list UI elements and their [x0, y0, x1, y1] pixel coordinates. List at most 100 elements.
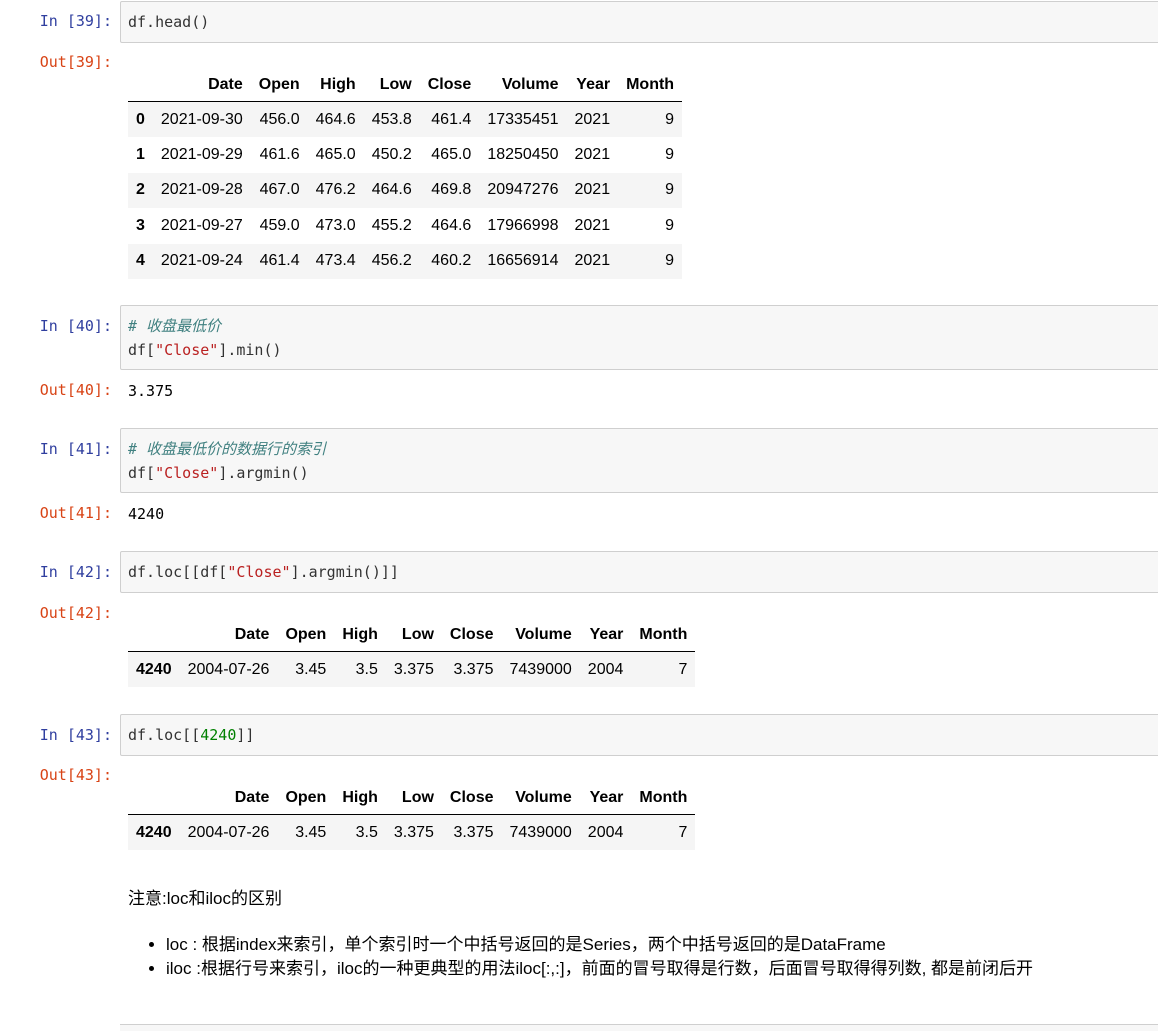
- table-cell: 2021: [574, 145, 611, 163]
- code-number: 4240: [200, 726, 237, 744]
- row-index: 4240: [136, 823, 172, 841]
- code-cell-41[interactable]: # 收盘最低价的数据行的索引 df["Close"].argmin(): [120, 428, 1158, 493]
- table-cell: 464.6: [431, 216, 472, 234]
- row-index: 4240: [136, 660, 172, 678]
- table-cell: 17335451: [487, 110, 559, 128]
- column-header: Open: [250, 68, 308, 102]
- table-cell: 2004: [587, 660, 624, 678]
- code-cell-42[interactable]: df.loc[[df["Close"].argmin()]]: [120, 551, 1158, 593]
- head-dataframe-table: Date Open High Low Close Volume Year Month 0 202…: [128, 68, 683, 279]
- table-cell: 456.0: [259, 110, 300, 128]
- code-string: "Close": [155, 341, 219, 359]
- table-cell: 453.8: [371, 110, 412, 128]
- row-index: 0: [136, 110, 145, 128]
- code-text: ]]: [236, 726, 255, 744]
- column-header: Date: [152, 68, 251, 102]
- in-prompt-43: In [43]:: [39, 726, 112, 744]
- markdown-list: loc : 根据index来索引，单个索引时一个中括号返回的是Series，两个…: [128, 933, 1033, 981]
- column-header: [128, 68, 153, 102]
- column-header: High: [307, 68, 364, 102]
- code-cell-40[interactable]: # 收盘最低价 df["Close"].min(): [120, 305, 1158, 370]
- list-item: iloc :根据行号来索引，iloc的一种更典型的用法iloc[:,:]，前面的…: [166, 957, 1033, 981]
- table-cell: 9: [665, 252, 675, 270]
- table-cell: 9: [665, 181, 675, 199]
- column-header: Year: [566, 68, 619, 102]
- row-index: 2: [136, 181, 145, 199]
- code-text: df[: [128, 341, 156, 359]
- column-header: Volume: [501, 618, 580, 652]
- table-cell: 2021-09-30: [160, 110, 243, 128]
- table-cell: 2021-09-29: [160, 145, 243, 163]
- table-cell: 9: [665, 110, 675, 128]
- table-cell: 3.375: [393, 660, 434, 678]
- code-text: df[: [128, 464, 156, 482]
- column-header: High: [334, 618, 386, 652]
- list-item: loc : 根据index来索引，单个索引时一个中括号返回的是Series，两个…: [166, 933, 1033, 957]
- table-cell: 2004: [587, 823, 624, 841]
- loc-dataframe-table: Date Open High Low Close Volume Year Month 4240…: [128, 781, 696, 850]
- code-text: ].argmin()]]: [290, 563, 399, 581]
- row-index: 1: [136, 145, 145, 163]
- column-header: Month: [618, 68, 683, 102]
- table-cell: 2004-07-26: [187, 660, 270, 678]
- column-header: Open: [277, 618, 335, 652]
- table-cell: 2021: [574, 252, 611, 270]
- table-row: 4 2021-09-24 461.4 473.4 456.2 460.2 16656914 2…: [128, 243, 683, 279]
- code-cell-43[interactable]: df.loc[[4240]]: [120, 714, 1158, 756]
- table-cell: 7: [678, 660, 688, 678]
- out-prompt-41: Out[41]:: [39, 504, 112, 522]
- table-cell: 3.375: [453, 823, 494, 841]
- code-cell-39[interactable]: df.head(): [120, 1, 1158, 43]
- column-header: Date: [179, 618, 278, 652]
- table-row: 1 2021-09-29 461.6 465.0 450.2 465.0 18250450 2…: [128, 137, 682, 173]
- column-header: Volume: [501, 781, 580, 815]
- in-prompt-39: In [39]:: [39, 12, 112, 30]
- code-text: df.head(): [128, 13, 210, 31]
- table-cell: 455.2: [371, 216, 412, 234]
- column-header: [128, 781, 180, 815]
- table-cell: 476.2: [315, 181, 356, 199]
- table-cell: 7439000: [509, 660, 572, 678]
- in-prompt-42: In [42]:: [39, 563, 112, 581]
- table-cell: 2021: [574, 181, 611, 199]
- table-cell: 469.8: [431, 181, 472, 199]
- markdown-cell: 注意:loc和iloc的区别 loc : 根据index来索引，单个索引时一个中…: [128, 887, 1033, 981]
- table-row: 4240 2004-07-26 3.45 3.5 3.375 3.375 7439000 20…: [128, 651, 696, 687]
- table-cell: 7: [678, 823, 688, 841]
- column-header: High: [334, 781, 386, 815]
- table-cell: 3.375: [393, 823, 434, 841]
- code-text: ].min(): [218, 341, 282, 359]
- table-cell: 465.0: [431, 145, 472, 163]
- table-cell: 464.6: [371, 181, 412, 199]
- table-cell: 7439000: [509, 823, 572, 841]
- table-header-row: Date Open High Low Close Volume Year Month: [128, 781, 696, 815]
- row-index: 4: [136, 252, 145, 270]
- column-header: Low: [385, 781, 442, 815]
- table-row: 3 2021-09-27 459.0 473.0 455.2 464.6 17966998 2…: [128, 208, 682, 244]
- column-header: Low: [385, 618, 442, 652]
- out-prompt-43: Out[43]:: [39, 766, 112, 784]
- column-header: Year: [579, 781, 632, 815]
- code-comment: # 收盘最低价的数据行的索引: [128, 440, 327, 458]
- column-header: Open: [277, 781, 335, 815]
- table-cell: 3.5: [355, 823, 378, 841]
- table-cell: 3.375: [453, 660, 494, 678]
- table-cell: 465.0: [315, 145, 356, 163]
- table-cell: 473.4: [315, 252, 356, 270]
- table-cell: 461.4: [259, 252, 300, 270]
- table-cell: 20947276: [487, 181, 559, 199]
- table-row: 0 2021-09-30 456.0 464.6 453.8 461.4 17335451 2…: [128, 101, 683, 137]
- table-row: 4240 2004-07-26 3.45 3.5 3.375 3.375 7439000 20…: [128, 814, 696, 850]
- out-prompt-40: Out[40]:: [39, 381, 112, 399]
- in-prompt-40: In [40]:: [39, 317, 112, 335]
- column-header: Volume: [479, 68, 567, 102]
- table-cell: 3.45: [295, 660, 327, 678]
- table-cell: 464.6: [315, 110, 356, 128]
- column-header: Close: [441, 618, 502, 652]
- column-header: [128, 618, 180, 652]
- column-header: Low: [363, 68, 420, 102]
- table-cell: 3.45: [295, 823, 327, 841]
- table-cell: 9: [665, 145, 675, 163]
- out-prompt-39: Out[39]:: [39, 53, 112, 71]
- column-header: Month: [631, 781, 696, 815]
